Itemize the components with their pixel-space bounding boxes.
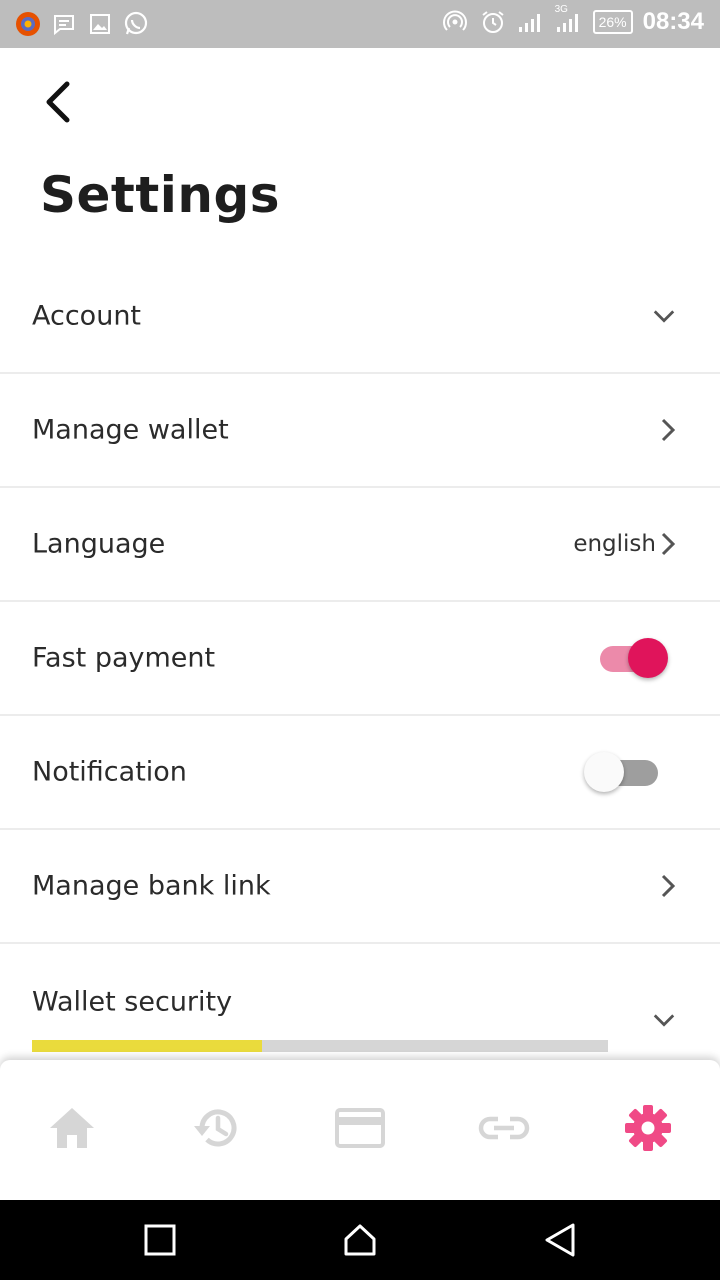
fast-payment-toggle[interactable] <box>596 636 668 680</box>
chevron-down-icon <box>652 304 676 328</box>
status-bar: 3G 26% 08:34 <box>0 0 720 48</box>
settings-item-label: Language <box>32 528 166 560</box>
square-icon <box>144 1224 176 1260</box>
network-type: 3G <box>554 4 568 15</box>
home-button[interactable] <box>338 1220 382 1264</box>
toggle-thumb <box>628 638 668 678</box>
chevron-right-icon <box>656 418 680 442</box>
chevron-down-icon <box>652 1008 676 1032</box>
link-icon <box>478 1113 530 1147</box>
signal-3g-icon: 3G <box>555 4 583 36</box>
recents-button[interactable] <box>138 1220 182 1264</box>
page-title: Settings <box>40 166 281 224</box>
nav-home[interactable] <box>0 1060 144 1200</box>
status-system-icons: 3G 26% 08:34 <box>441 4 704 36</box>
home-icon <box>48 1106 96 1154</box>
nav-card[interactable] <box>288 1060 432 1200</box>
settings-item-account[interactable]: Account <box>0 260 720 374</box>
history-icon <box>190 1104 242 1156</box>
notification-toggle[interactable] <box>584 750 662 794</box>
settings-item-manage-wallet[interactable]: Manage wallet <box>0 374 720 488</box>
chevron-right-icon <box>656 874 680 898</box>
alarm-icon <box>479 8 507 36</box>
message-icon <box>50 10 78 38</box>
browser-app-icon <box>14 10 42 38</box>
nav-settings[interactable] <box>576 1060 720 1200</box>
settings-item-label: Wallet security <box>32 986 233 1018</box>
nav-link[interactable] <box>432 1060 576 1200</box>
settings-item-notification: Notification <box>0 716 720 830</box>
settings-item-label: Notification <box>32 756 187 788</box>
settings-item-manage-bank-link[interactable]: Manage bank link <box>0 830 720 944</box>
settings-item-label: Manage wallet <box>32 414 229 446</box>
status-notification-icons <box>14 10 150 38</box>
triangle-back-icon <box>543 1222 577 1262</box>
gear-icon <box>623 1103 673 1157</box>
wallet-security-level-bar <box>32 1040 608 1052</box>
home-outline-icon <box>343 1223 377 1261</box>
language-value: english <box>573 531 656 557</box>
settings-item-label: Manage bank link <box>32 870 271 902</box>
wallet-security-level-fill <box>32 1040 263 1052</box>
signal-icon <box>517 8 545 36</box>
system-navigation-bar <box>0 1200 720 1280</box>
battery-indicator: 26% <box>592 10 633 34</box>
settings-item-label: Fast payment <box>32 642 216 674</box>
back-arrow-icon <box>43 80 73 128</box>
credit-card-icon <box>335 1108 385 1152</box>
back-system-button[interactable] <box>538 1220 582 1264</box>
settings-item-language[interactable]: Language english <box>0 488 720 602</box>
image-icon <box>86 10 114 38</box>
nav-history[interactable] <box>144 1060 288 1200</box>
chevron-right-icon <box>656 532 680 556</box>
hotspot-icon <box>441 8 469 36</box>
toggle-thumb <box>584 752 624 792</box>
whatsapp-icon <box>122 10 150 38</box>
settings-item-fast-payment: Fast payment <box>0 602 720 716</box>
settings-item-label: Account <box>32 300 142 332</box>
back-button[interactable] <box>36 80 80 128</box>
status-time: 08:34 <box>642 8 704 35</box>
bottom-navigation <box>0 1060 720 1200</box>
